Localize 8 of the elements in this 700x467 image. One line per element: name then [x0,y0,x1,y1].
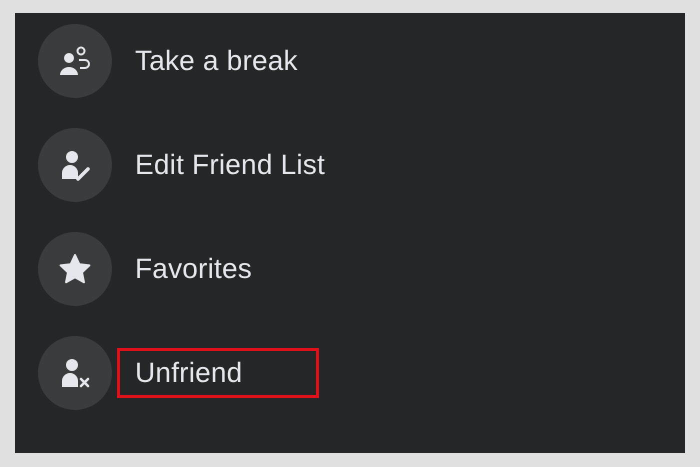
menu-item[interactable]: Take a break [117,36,375,86]
menu-item[interactable]: Favorites [117,244,329,294]
star-icon [58,253,92,285]
person-remove-icon [59,357,91,389]
person-pencil-icon [59,149,91,181]
menu-item[interactable]: Edit Friend List [117,140,402,190]
people-icon [57,46,93,76]
menu-item[interactable]: Unfriend [117,348,320,398]
